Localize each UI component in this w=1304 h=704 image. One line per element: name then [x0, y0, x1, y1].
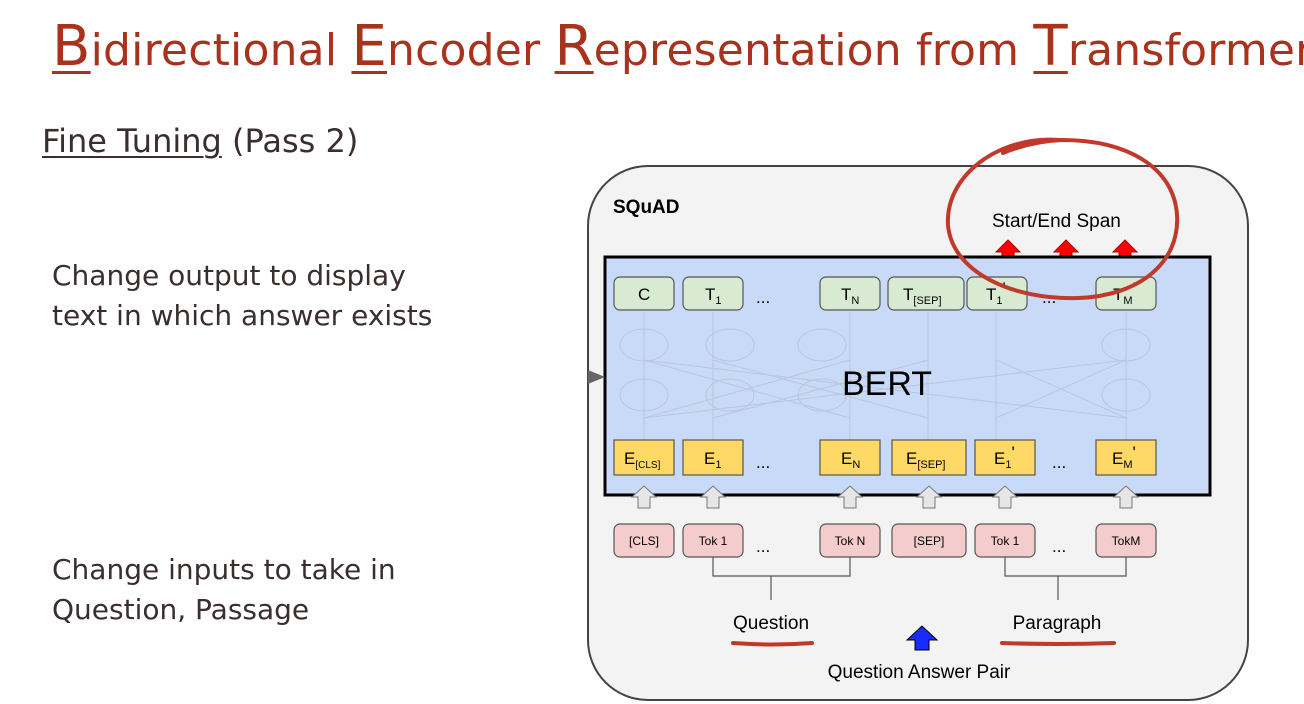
question-answer-pair-label: Question Answer Pair — [828, 662, 1011, 683]
input-tokn: Tok N — [835, 534, 866, 548]
ellipsis: ... — [756, 453, 770, 472]
input-tokm: TokM — [1112, 534, 1141, 548]
ellipsis: ... — [756, 288, 770, 307]
input-tok1b: Tok 1 — [991, 534, 1020, 548]
paragraph-underline-annotation — [1000, 641, 1116, 646]
bert-label: BERT — [842, 365, 932, 403]
question-underline-annotation — [731, 641, 814, 647]
squad-diagram: SQuAD Start/End Span BERT C T1 TN T[SEP]… — [587, 137, 1249, 701]
ellipsis: ... — [1052, 537, 1066, 556]
input-cls: [CLS] — [629, 534, 659, 548]
squad-label: SQuAD — [613, 197, 680, 218]
input-tok1: Tok 1 — [699, 534, 728, 548]
input-sep: [SEP] — [914, 534, 945, 548]
token-c: C — [638, 285, 650, 304]
start-end-span-label: Start/End Span — [992, 211, 1121, 232]
ellipsis: ... — [756, 537, 770, 556]
ellipsis: ... — [1052, 453, 1066, 472]
question-label: Question — [733, 613, 809, 634]
paragraph-label: Paragraph — [1013, 613, 1102, 634]
